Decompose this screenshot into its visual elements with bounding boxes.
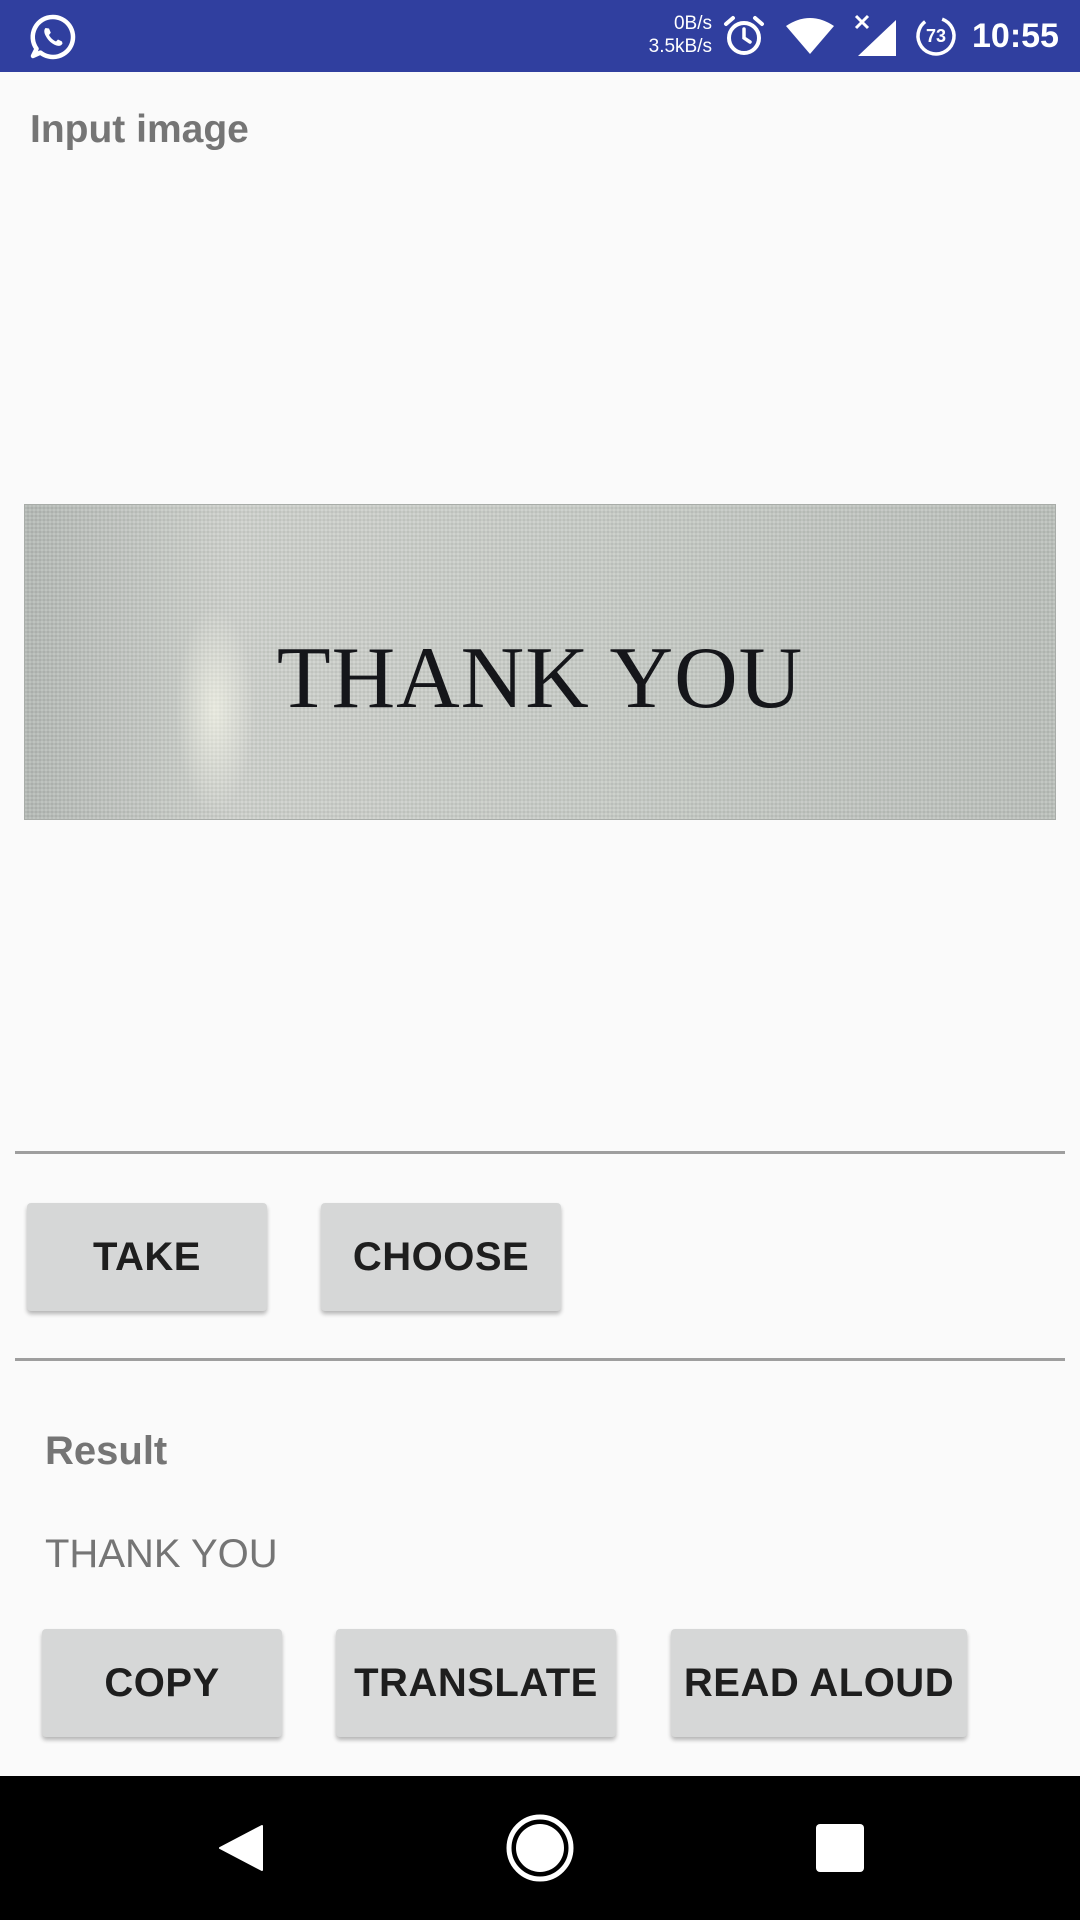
recents-icon [816,1824,864,1872]
translate-button[interactable]: TRANSLATE [336,1629,616,1737]
alarm-icon [724,16,764,55]
image-captured-text: THANK YOU [276,630,804,727]
result-label: Result [45,1429,168,1473]
result-text: THANK YOU [45,1532,278,1576]
divider-bottom [15,1358,1065,1361]
nav-home-button[interactable] [468,1776,612,1920]
input-image-preview: THANK YOU [24,504,1056,820]
whatsapp-icon [30,14,76,60]
take-photo-button[interactable]: TAKE [27,1203,267,1311]
home-icon [506,1814,574,1882]
copy-button[interactable]: COPY [42,1629,282,1737]
battery-level: 73 [925,26,947,46]
net-download-speed: 3.5kB/s [648,36,712,57]
navigation-bar [0,1776,1080,1920]
back-icon [219,1825,263,1871]
read-aloud-button[interactable]: READ ALOUD [671,1629,967,1737]
cellular-no-data-icon [854,14,896,56]
wifi-icon [786,18,834,54]
divider-top [15,1151,1065,1154]
net-upload-speed: 0B/s [673,13,712,34]
status-clock: 10:55 [972,17,1059,55]
nav-back-button[interactable] [168,1776,312,1920]
choose-image-button[interactable]: CHOOSE [321,1203,561,1311]
status-bar: 0B/s 3.5kB/s 73 10:55 [0,0,1080,72]
network-speed: 0B/s 3.5kB/s [630,12,712,58]
nav-recents-button[interactable] [768,1776,912,1920]
input-image-label: Input image [30,108,249,151]
